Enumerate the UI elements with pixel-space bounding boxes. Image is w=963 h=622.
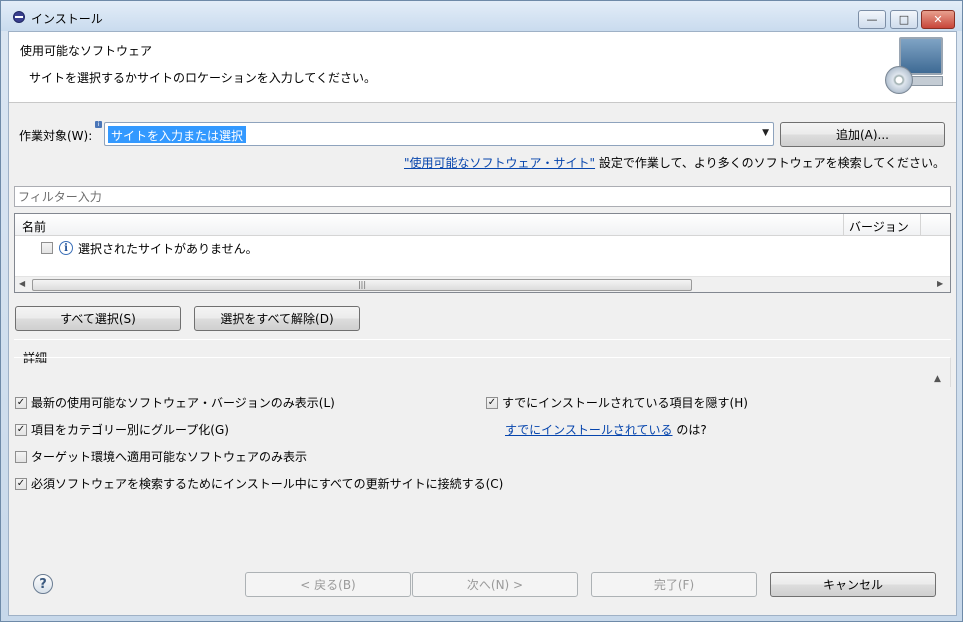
filter-field[interactable] bbox=[14, 186, 951, 207]
scroll-left-arrow-icon[interactable]: ◀ bbox=[19, 279, 25, 288]
work-with-combo[interactable]: サイトを入力または選択 ▼ bbox=[104, 122, 774, 146]
contact-all-sites-checkbox[interactable]: ✓ bbox=[15, 477, 27, 490]
wizard-header: 使用可能なソフトウェア サイトを選択するかサイトのロケーションを入力してください… bbox=[9, 32, 956, 103]
available-sites-hint: "使用可能なソフトウェア・サイト" 設定で作業して、より多くのソフトウェアを検索… bbox=[404, 154, 945, 171]
select-all-button[interactable]: すべて選択(S) bbox=[15, 306, 181, 331]
column-header-version[interactable]: バージョン bbox=[843, 214, 914, 236]
available-software-sites-link[interactable]: "使用可能なソフトウェア・サイト" bbox=[404, 156, 595, 170]
group-by-category-label: 項目をカテゴリー別にグループ化(G) bbox=[31, 423, 229, 437]
minimize-icon: — bbox=[866, 13, 878, 26]
target-env-only-label: ターゲット環境へ適用可能なソフトウェアのみ表示 bbox=[31, 450, 308, 464]
scrollbar-thumb[interactable]: ||| bbox=[32, 279, 692, 291]
cd-disc-icon bbox=[885, 66, 913, 94]
scroll-right-arrow-icon[interactable]: ▶ bbox=[937, 279, 943, 288]
tree-row-checkbox[interactable] bbox=[41, 242, 53, 254]
column-header-name[interactable]: 名前 bbox=[22, 218, 46, 235]
column-divider bbox=[920, 214, 921, 236]
install-dialog-window: インストール — □ ✕ 使用可能なソフトウェア サイトを選択するかサイトのロケ… bbox=[0, 0, 963, 622]
content-assist-info-icon: i bbox=[95, 121, 102, 128]
maximize-button[interactable]: □ bbox=[890, 10, 918, 29]
finish-button[interactable]: 完了(F) bbox=[591, 572, 757, 597]
option-hide-installed[interactable]: ✓ すでにインストールされている項目を隠す(H) bbox=[486, 394, 748, 411]
details-area bbox=[14, 357, 951, 387]
next-button[interactable]: 次へ(N) > bbox=[412, 572, 578, 597]
info-icon: i bbox=[59, 241, 73, 255]
option-group-by-category[interactable]: ✓ 項目をカテゴリー別にグループ化(G) bbox=[15, 421, 229, 438]
close-icon: ✕ bbox=[933, 13, 943, 26]
already-installed-suffix: のは? bbox=[672, 423, 707, 437]
window-title: インストール bbox=[31, 12, 103, 26]
option-target-env-only[interactable]: ターゲット環境へ適用可能なソフトウェアのみ表示 bbox=[15, 448, 307, 465]
work-with-combo-value[interactable]: サイトを入力または選択 bbox=[108, 126, 247, 143]
hide-installed-label: すでにインストールされている項目を隠す(H) bbox=[502, 396, 748, 410]
horizontal-scrollbar[interactable]: ◀ ||| ▶ bbox=[15, 276, 950, 292]
cancel-button[interactable]: キャンセル bbox=[770, 572, 936, 597]
already-installed-link[interactable]: すでにインストールされている bbox=[505, 421, 673, 438]
back-button[interactable]: < 戻る(B) bbox=[245, 572, 411, 597]
add-site-button[interactable]: 追加(A)... bbox=[780, 122, 945, 147]
already-installed-info: すでにインストールされている のは? bbox=[505, 421, 707, 438]
available-sites-hint-text: 設定で作業して、より多くのソフトウェアを検索してください。 bbox=[595, 156, 945, 170]
tree-row-label: 選択されたサイトがありません。 bbox=[78, 241, 258, 256]
filter-input[interactable] bbox=[15, 187, 950, 206]
title-bar: インストール — □ ✕ bbox=[1, 1, 962, 31]
option-contact-all-sites[interactable]: ✓ 必須ソフトウェアを検索するためにインストール中にすべての更新サイトに接続する… bbox=[15, 475, 503, 492]
wizard-page-description: サイトを選択するかサイトのロケーションを入力してください。 bbox=[29, 71, 377, 85]
hide-installed-checkbox[interactable]: ✓ bbox=[486, 396, 498, 409]
target-env-only-checkbox[interactable] bbox=[15, 450, 27, 463]
latest-only-checkbox[interactable]: ✓ bbox=[15, 396, 27, 409]
maximize-icon: □ bbox=[898, 13, 910, 26]
wizard-page-title: 使用可能なソフトウェア bbox=[20, 44, 153, 58]
tree-row[interactable]: i 選択されたサイトがありません。 bbox=[41, 239, 258, 257]
dialog-content: 使用可能なソフトウェア サイトを選択するかサイトのロケーションを入力してください… bbox=[8, 31, 957, 616]
help-icon[interactable]: ? bbox=[33, 574, 53, 594]
scroll-up-arrow-icon[interactable]: ▲ bbox=[934, 374, 941, 384]
latest-only-label: 最新の使用可能なソフトウェア・バージョンのみ表示(L) bbox=[31, 396, 335, 410]
close-button[interactable]: ✕ bbox=[921, 10, 955, 29]
group-by-category-checkbox[interactable]: ✓ bbox=[15, 423, 27, 436]
chevron-down-icon[interactable]: ▼ bbox=[762, 128, 769, 138]
deselect-all-button[interactable]: 選択をすべて解除(D) bbox=[194, 306, 360, 331]
tree-header: 名前 バージョン bbox=[15, 214, 950, 236]
work-with-label: 作業対象(W): bbox=[19, 129, 93, 143]
minimize-button[interactable]: — bbox=[858, 10, 886, 29]
details-separator bbox=[14, 339, 951, 340]
software-tree[interactable]: 名前 バージョン i 選択されたサイトがありません。 ◀ ||| ▶ bbox=[14, 213, 951, 293]
eclipse-app-icon bbox=[13, 11, 25, 23]
option-latest-only[interactable]: ✓ 最新の使用可能なソフトウェア・バージョンのみ表示(L) bbox=[15, 394, 335, 411]
contact-all-sites-label: 必須ソフトウェアを検索するためにインストール中にすべての更新サイトに接続する(C… bbox=[31, 477, 504, 491]
